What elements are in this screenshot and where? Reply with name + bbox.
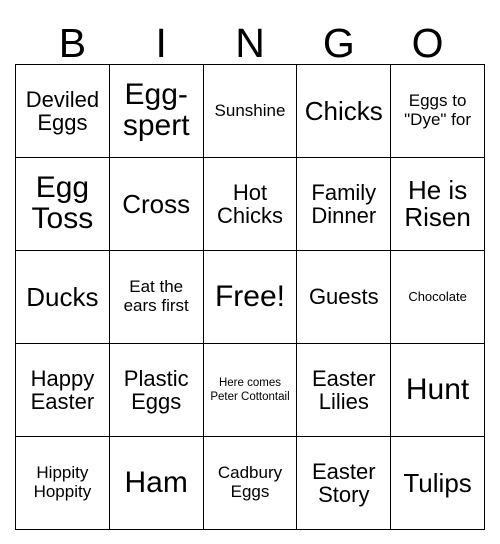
bingo-cell-g2[interactable]: Family Dinner bbox=[296, 157, 392, 251]
bingo-row: Ducks Eat the ears first Free! Guests Ch… bbox=[15, 250, 485, 344]
bingo-cell-o2[interactable]: He is Risen bbox=[390, 157, 485, 251]
bingo-cell-b5[interactable]: Hippity Hoppity bbox=[15, 436, 110, 530]
bingo-cell-i2[interactable]: Cross bbox=[108, 157, 204, 251]
header-letter-o: O bbox=[411, 20, 444, 66]
header-letter-b: B bbox=[58, 20, 87, 66]
bingo-cell-n5[interactable]: Cadbury Eggs bbox=[202, 436, 298, 530]
bingo-cell-g4[interactable]: Easter Lilies bbox=[296, 343, 392, 437]
bingo-row: Egg Toss Cross Hot Chicks Family Dinner … bbox=[15, 157, 485, 251]
bingo-cell-n2[interactable]: Hot Chicks bbox=[202, 157, 298, 251]
bingo-cell-b3[interactable]: Ducks bbox=[15, 250, 110, 344]
bingo-cell-g1[interactable]: Chicks bbox=[296, 64, 392, 158]
bingo-cell-g5[interactable]: Easter Story bbox=[296, 436, 392, 530]
bingo-cell-b4[interactable]: Happy Easter bbox=[15, 343, 110, 437]
bingo-cell-i4[interactable]: Plastic Eggs bbox=[108, 343, 204, 437]
header-letter-n: N bbox=[235, 20, 265, 66]
bingo-cell-free-space[interactable]: Free! bbox=[202, 250, 298, 344]
bingo-grid: Deviled Eggs Egg-spert Sunshine Chicks E… bbox=[15, 64, 485, 530]
bingo-cell-o1[interactable]: Eggs to "Dye" for bbox=[390, 64, 485, 158]
header-letter-g: G bbox=[322, 20, 355, 66]
bingo-cell-o4[interactable]: Hunt bbox=[390, 343, 485, 437]
bingo-cell-o3[interactable]: Chocolate bbox=[390, 250, 485, 344]
bingo-row: Happy Easter Plastic Eggs Here comes Pet… bbox=[15, 343, 485, 437]
bingo-cell-o5[interactable]: Tulips bbox=[390, 436, 485, 530]
bingo-cell-g3[interactable]: Guests bbox=[296, 250, 392, 344]
bingo-cell-b2[interactable]: Egg Toss bbox=[15, 157, 110, 251]
bingo-cell-n4[interactable]: Here comes Peter Cottontail bbox=[202, 343, 298, 437]
bingo-header: B I N G O bbox=[28, 0, 472, 64]
bingo-cell-i3[interactable]: Eat the ears first bbox=[108, 250, 204, 344]
bingo-cell-n1[interactable]: Sunshine bbox=[202, 64, 298, 158]
bingo-cell-i5[interactable]: Ham bbox=[108, 436, 204, 530]
bingo-cell-i1[interactable]: Egg-spert bbox=[108, 64, 204, 158]
bingo-row: Deviled Eggs Egg-spert Sunshine Chicks E… bbox=[15, 64, 485, 158]
header-letter-i: I bbox=[155, 20, 167, 66]
bingo-row: Hippity Hoppity Ham Cadbury Eggs Easter … bbox=[15, 436, 485, 530]
bingo-cell-b1[interactable]: Deviled Eggs bbox=[15, 64, 110, 158]
bingo-card: B I N G O Deviled Eggs Egg-spert Sunshin… bbox=[0, 0, 500, 544]
